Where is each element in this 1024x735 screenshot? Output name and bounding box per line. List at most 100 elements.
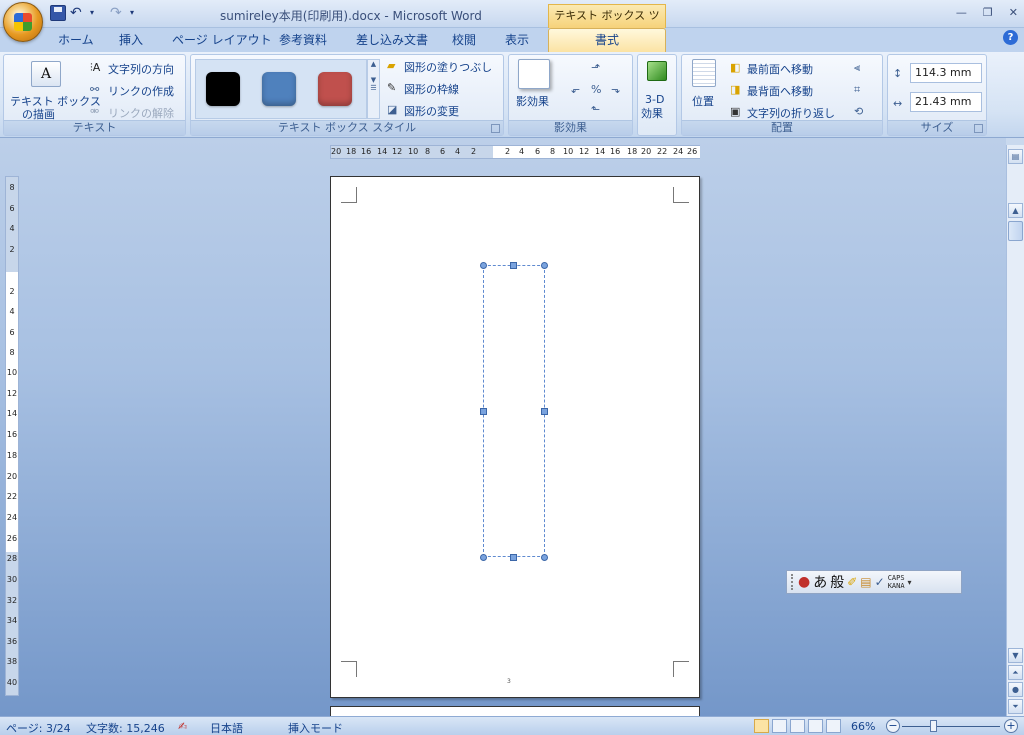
ruler-toggle-icon[interactable]: ▤ <box>1008 149 1023 164</box>
nudge-right-icon[interactable]: ⬎ <box>611 83 625 97</box>
resize-handle-bottom[interactable] <box>510 554 517 561</box>
ime-pad-icon[interactable]: ✐ <box>847 575 857 589</box>
align-icon[interactable]: ⫷ <box>854 61 868 75</box>
restore-icon[interactable]: ❐ <box>983 6 993 19</box>
ribbon: A テキスト ボックス の描画 ⫶A 文字列の方向 ⚯ リンクの作成 ⚮ リンク… <box>0 52 1024 138</box>
shadow-effects-icon[interactable] <box>518 59 550 89</box>
style-swatch-red[interactable] <box>318 72 352 106</box>
send-back-icon: ◨ <box>730 83 741 96</box>
office-button[interactable] <box>3 2 43 42</box>
gallery-scroll[interactable]: ▲ ▼ ☰ <box>367 59 380 119</box>
save-icon[interactable] <box>50 5 66 21</box>
vertical-scrollbar[interactable]: ▤ ▲ ▼ ⏶ ● ⏷ <box>1006 145 1024 716</box>
outline-view-icon[interactable] <box>808 719 823 733</box>
height-input[interactable]: 114.3 mm <box>910 63 982 83</box>
web-layout-view-icon[interactable] <box>790 719 805 733</box>
resize-handle-top-right[interactable] <box>541 262 548 269</box>
width-input[interactable]: 21.43 mm <box>910 92 982 112</box>
resize-handle-right[interactable] <box>541 408 548 415</box>
undo-icon[interactable]: ↶ <box>70 5 86 21</box>
textbox-styles-launcher-icon[interactable] <box>491 124 500 133</box>
word-count[interactable]: 文字数: 15,246 <box>86 720 165 735</box>
langbar-grip-icon[interactable] <box>791 574 795 590</box>
zoom-slider-track[interactable] <box>902 726 1000 727</box>
create-link-icon: ⚯ <box>90 83 100 96</box>
bring-front-button[interactable]: 最前面へ移動 <box>747 61 813 77</box>
dictionary-icon[interactable]: ▤ <box>860 575 871 589</box>
print-layout-view-icon[interactable] <box>754 719 769 733</box>
textbox-styles-group-label: テキスト ボックス スタイル <box>191 120 503 135</box>
draft-view-icon[interactable] <box>826 719 841 733</box>
zoom-out-icon[interactable]: − <box>886 719 900 733</box>
tab-page-layout[interactable]: ページ レイアウト <box>172 31 272 48</box>
threed-effects-icon[interactable] <box>647 61 667 81</box>
next-page-icon[interactable]: ⏷ <box>1008 699 1023 714</box>
tools-icon[interactable]: ✓ <box>875 575 885 589</box>
resize-handle-bottom-left[interactable] <box>480 554 487 561</box>
spelling-check-icon[interactable]: ✍ <box>178 720 187 733</box>
ime-mode[interactable]: あ <box>813 572 827 592</box>
undo-dropdown-icon[interactable]: ▾ <box>90 5 106 21</box>
resize-handle-top-left[interactable] <box>480 262 487 269</box>
vertical-ruler-label: 20 <box>6 472 18 481</box>
conversion-mode[interactable]: 般 <box>830 572 844 592</box>
nudge-left-icon[interactable]: ⬐ <box>571 83 585 97</box>
nudge-down-icon[interactable]: ⬑ <box>591 103 605 117</box>
change-shape-button[interactable]: 図形の変更 <box>404 103 459 119</box>
tab-format[interactable]: 書式 <box>548 28 666 52</box>
group-icon[interactable]: ⌗ <box>854 83 868 97</box>
scroll-up-icon[interactable]: ▲ <box>1008 203 1023 218</box>
shape-outline-button[interactable]: 図形の枠線 <box>404 81 459 97</box>
full-screen-reading-view-icon[interactable] <box>772 719 787 733</box>
horizontal-ruler-label: 26 <box>687 147 698 156</box>
zoom-in-icon[interactable]: + <box>1004 719 1018 733</box>
langbar-options-icon[interactable]: ▾ <box>908 578 912 587</box>
nudge-up-icon[interactable]: ⬏ <box>591 61 605 75</box>
horizontal-ruler-label: 4 <box>455 147 461 156</box>
redo-icon[interactable]: ↷ <box>110 5 126 21</box>
style-swatch-black[interactable] <box>206 72 240 106</box>
scroll-down-icon[interactable]: ▼ <box>1008 648 1023 663</box>
size-launcher-icon[interactable] <box>974 124 983 133</box>
ime-icon[interactable]: ● <box>798 574 810 590</box>
resize-handle-left[interactable] <box>480 408 487 415</box>
send-back-button[interactable]: 最背面へ移動 <box>747 83 813 99</box>
shadow-effects-button[interactable]: 影効果 <box>516 93 549 109</box>
close-icon[interactable]: ✕ <box>1009 6 1018 19</box>
vertical-ruler-label: 32 <box>6 596 18 605</box>
position-icon[interactable] <box>692 59 716 87</box>
style-swatch-blue[interactable] <box>262 72 296 106</box>
minimize-icon[interactable]: — <box>956 6 967 19</box>
tab-view[interactable]: 表示 <box>505 31 529 48</box>
language-indicator[interactable]: 日本語 <box>210 720 243 735</box>
previous-page-icon[interactable]: ⏶ <box>1008 665 1023 680</box>
create-link-button[interactable]: リンクの作成 <box>108 83 174 99</box>
vertical-ruler-label: 26 <box>6 534 18 543</box>
shape-fill-button[interactable]: 図形の塗りつぶし <box>404 59 492 75</box>
zoom-level[interactable]: 66% <box>851 720 875 733</box>
resize-handle-bottom-right[interactable] <box>541 554 548 561</box>
tab-review[interactable]: 校閲 <box>452 31 476 48</box>
zoom-slider-thumb[interactable] <box>930 720 937 732</box>
rotate-icon[interactable]: ⟲ <box>854 105 868 119</box>
scroll-thumb[interactable] <box>1008 221 1023 241</box>
tab-references[interactable]: 参考資料 <box>279 31 327 48</box>
size-group-label: サイズ <box>888 120 986 135</box>
insert-mode-indicator[interactable]: 挿入モード <box>288 720 343 735</box>
select-browse-object-icon[interactable]: ● <box>1008 682 1023 697</box>
customize-qat-icon[interactable]: ▾ <box>130 5 146 21</box>
tab-home[interactable]: ホーム <box>58 31 94 48</box>
page-indicator[interactable]: ページ: 3/24 <box>6 720 71 735</box>
selected-textbox[interactable] <box>483 265 545 557</box>
shadow-toggle-icon[interactable]: % <box>591 83 605 97</box>
help-icon[interactable]: ? <box>1003 30 1018 45</box>
tab-mailings[interactable]: 差し込み文書 <box>356 31 428 48</box>
text-wrap-button[interactable]: 文字列の折り返し <box>747 105 835 121</box>
position-button[interactable]: 位置 <box>692 93 714 109</box>
threed-effects-label-2[interactable]: 効果 <box>641 105 663 121</box>
resize-handle-top[interactable] <box>510 262 517 269</box>
draw-textbox-icon[interactable]: A <box>31 61 61 87</box>
text-direction-button[interactable]: 文字列の方向 <box>108 61 174 77</box>
kana-indicator: KANA <box>887 582 905 590</box>
tab-insert[interactable]: 挿入 <box>119 31 143 48</box>
